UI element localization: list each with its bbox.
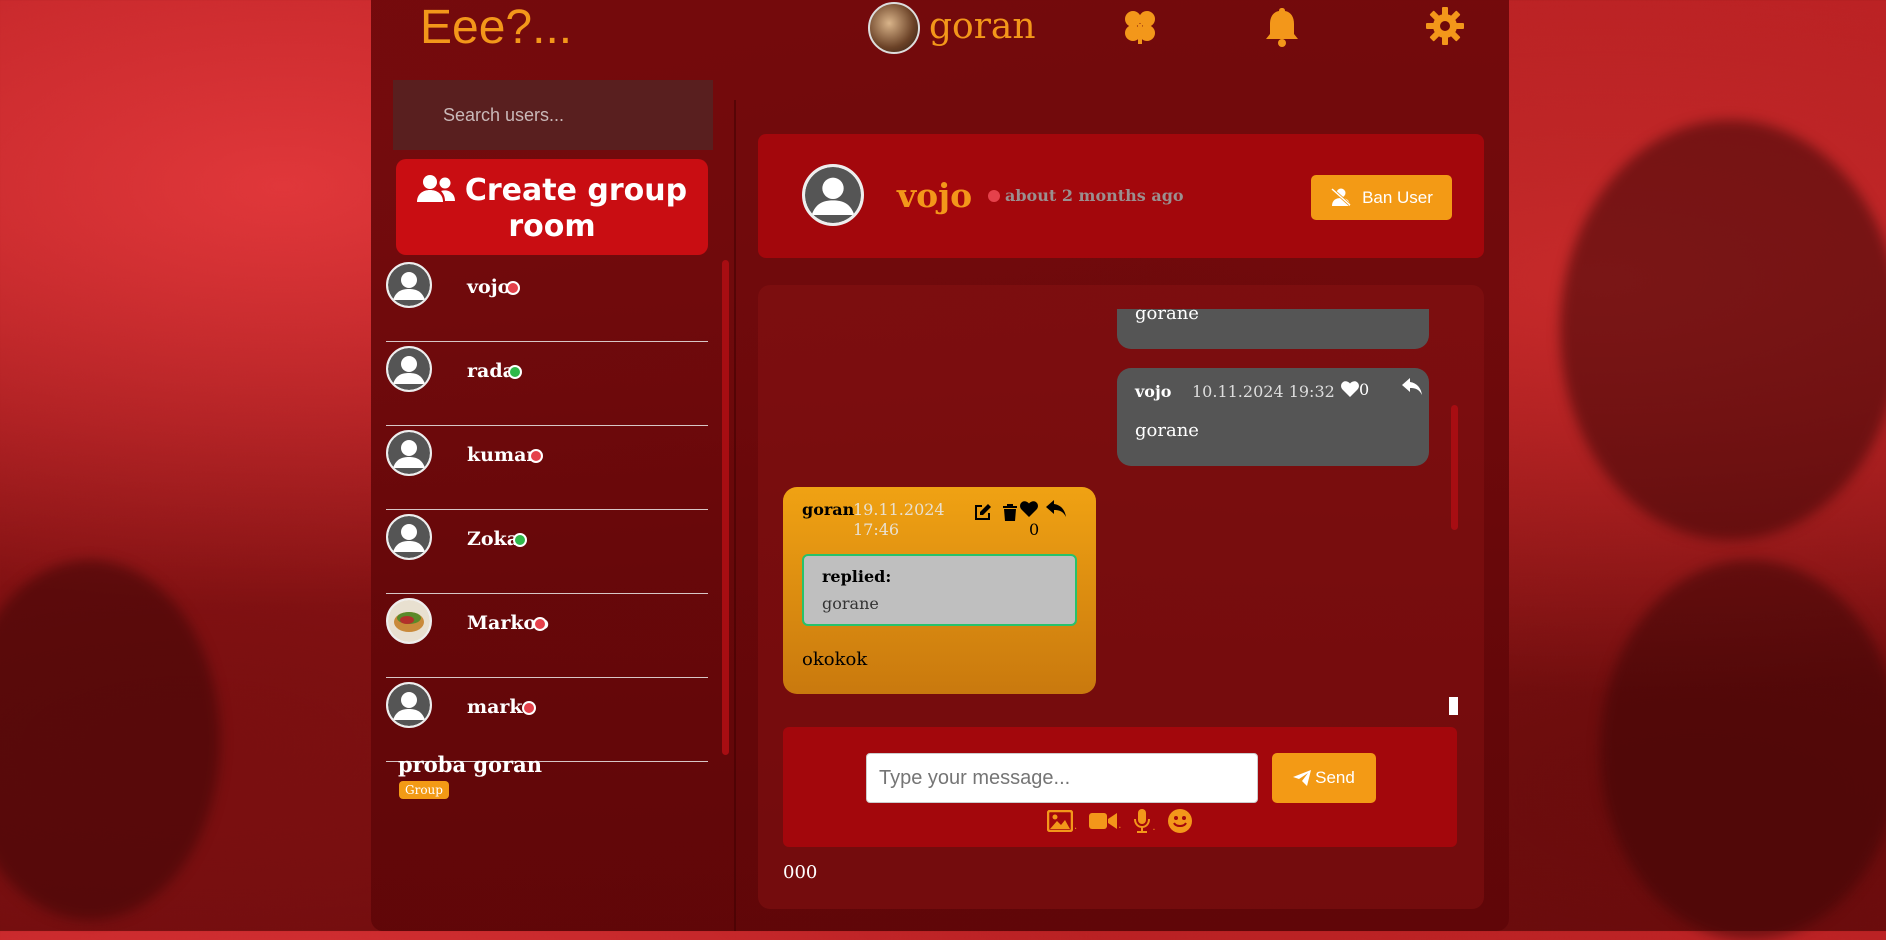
create-group-label: Create group room [464,173,688,244]
search-box [393,80,713,150]
current-user-avatar[interactable] [868,2,920,54]
user-item-marko[interactable]: marko [386,678,708,762]
message-text: gorane [1135,420,1199,441]
default-avatar-icon [386,430,432,476]
microphone-icon[interactable]: . [1133,809,1156,833]
message-bubble: gorane [1117,309,1429,349]
like-count: 0 [1029,520,1040,539]
message-author: vojo [1135,382,1172,401]
messages-scrollbar[interactable] [1451,405,1458,530]
message-date: 10.11.2024 19:32 [1192,382,1335,401]
send-button[interactable]: Send [1272,753,1376,803]
chat-header: vojo about 2 months ago Ban User [758,134,1484,258]
background-tree [0,560,220,920]
chat-app: Eee?... goran Create group room vojo rad… [371,0,1509,931]
message-date: 19.11.2024 17:46 [853,500,945,539]
status-dot [513,533,527,547]
default-avatar-icon [386,682,432,728]
replied-quote: replied: gorane [802,554,1077,626]
message-input[interactable] [866,753,1258,803]
send-label: Send [1315,768,1355,787]
default-avatar-icon [386,346,432,392]
message-composer: Send . . . [783,727,1457,847]
current-user-name[interactable]: goran [929,6,1036,47]
emoji-icon[interactable] [1167,809,1192,833]
default-avatar-icon [386,514,432,560]
message-counter: 000 [783,862,818,883]
background-tree [1560,120,1886,540]
chat-partner-name: vojo [897,176,973,215]
user-name: Zoka [467,528,520,550]
user-item-vojo[interactable]: vojo [386,258,708,342]
gear-icon[interactable] [1425,6,1465,50]
like-button[interactable]: 0 [1341,380,1369,399]
user-slash-icon [1331,187,1352,207]
messages-area: gorane vojo 10.11.2024 19:32 0 gorane go… [758,285,1484,909]
scroll-thumb[interactable] [1449,697,1458,715]
default-avatar-icon [386,262,432,308]
last-seen-status: about 2 months ago [1005,186,1184,205]
reply-label: replied: [822,567,892,586]
default-avatar-icon[interactable] [802,164,864,226]
food-avatar-icon [386,598,432,644]
user-item-rada[interactable]: rada [386,342,708,426]
ban-user-button[interactable]: Ban User [1311,175,1452,220]
paper-plane-icon [1293,770,1312,786]
clover-icon[interactable] [1120,6,1160,50]
message-text: gorane [1135,309,1199,324]
group-badge: Group [399,781,449,799]
attachment-tools: . . . [1047,809,1192,833]
divider [734,100,736,931]
status-dot [508,365,522,379]
sidebar: Create group room vojo rada kuman Zoka [371,0,734,931]
trash-icon[interactable] [1002,503,1018,525]
status-dot [988,190,1000,202]
search-input[interactable] [393,80,713,150]
user-item-markoo[interactable]: Markoo [386,594,708,678]
message-text: okokok [802,649,868,670]
background-tree [1600,560,1886,940]
status-dot [529,449,543,463]
video-icon[interactable]: . [1089,811,1121,831]
reply-icon[interactable] [1402,378,1422,400]
status-dot [522,701,536,715]
edit-icon[interactable] [974,503,992,525]
message-bubble: goran 19.11.2024 17:46 0 replied: gorane… [783,487,1096,694]
user-item-zoka[interactable]: Zoka [386,510,708,594]
status-dot [506,281,520,295]
reply-icon[interactable] [1046,500,1066,522]
reply-text: gorane [822,594,879,613]
user-list: vojo rada kuman Zoka Markoo marko [386,258,708,762]
user-item-kuman[interactable]: kuman [386,426,708,510]
message-bubble: vojo 10.11.2024 19:32 0 gorane [1117,368,1429,466]
user-name: vojo [467,276,511,298]
image-icon[interactable]: . [1047,810,1077,832]
like-count: 0 [1359,380,1370,399]
bell-icon[interactable] [1262,6,1302,52]
heart-icon[interactable] [1020,501,1038,521]
message-author: goran [802,500,855,519]
users-icon [416,175,455,202]
group-room-name[interactable]: proba goran [398,752,542,777]
user-list-scrollbar[interactable] [722,260,729,755]
status-dot [533,617,547,631]
ban-user-label: Ban User [1362,188,1433,207]
heart-icon [1341,381,1359,397]
create-group-button[interactable]: Create group room [396,159,708,255]
